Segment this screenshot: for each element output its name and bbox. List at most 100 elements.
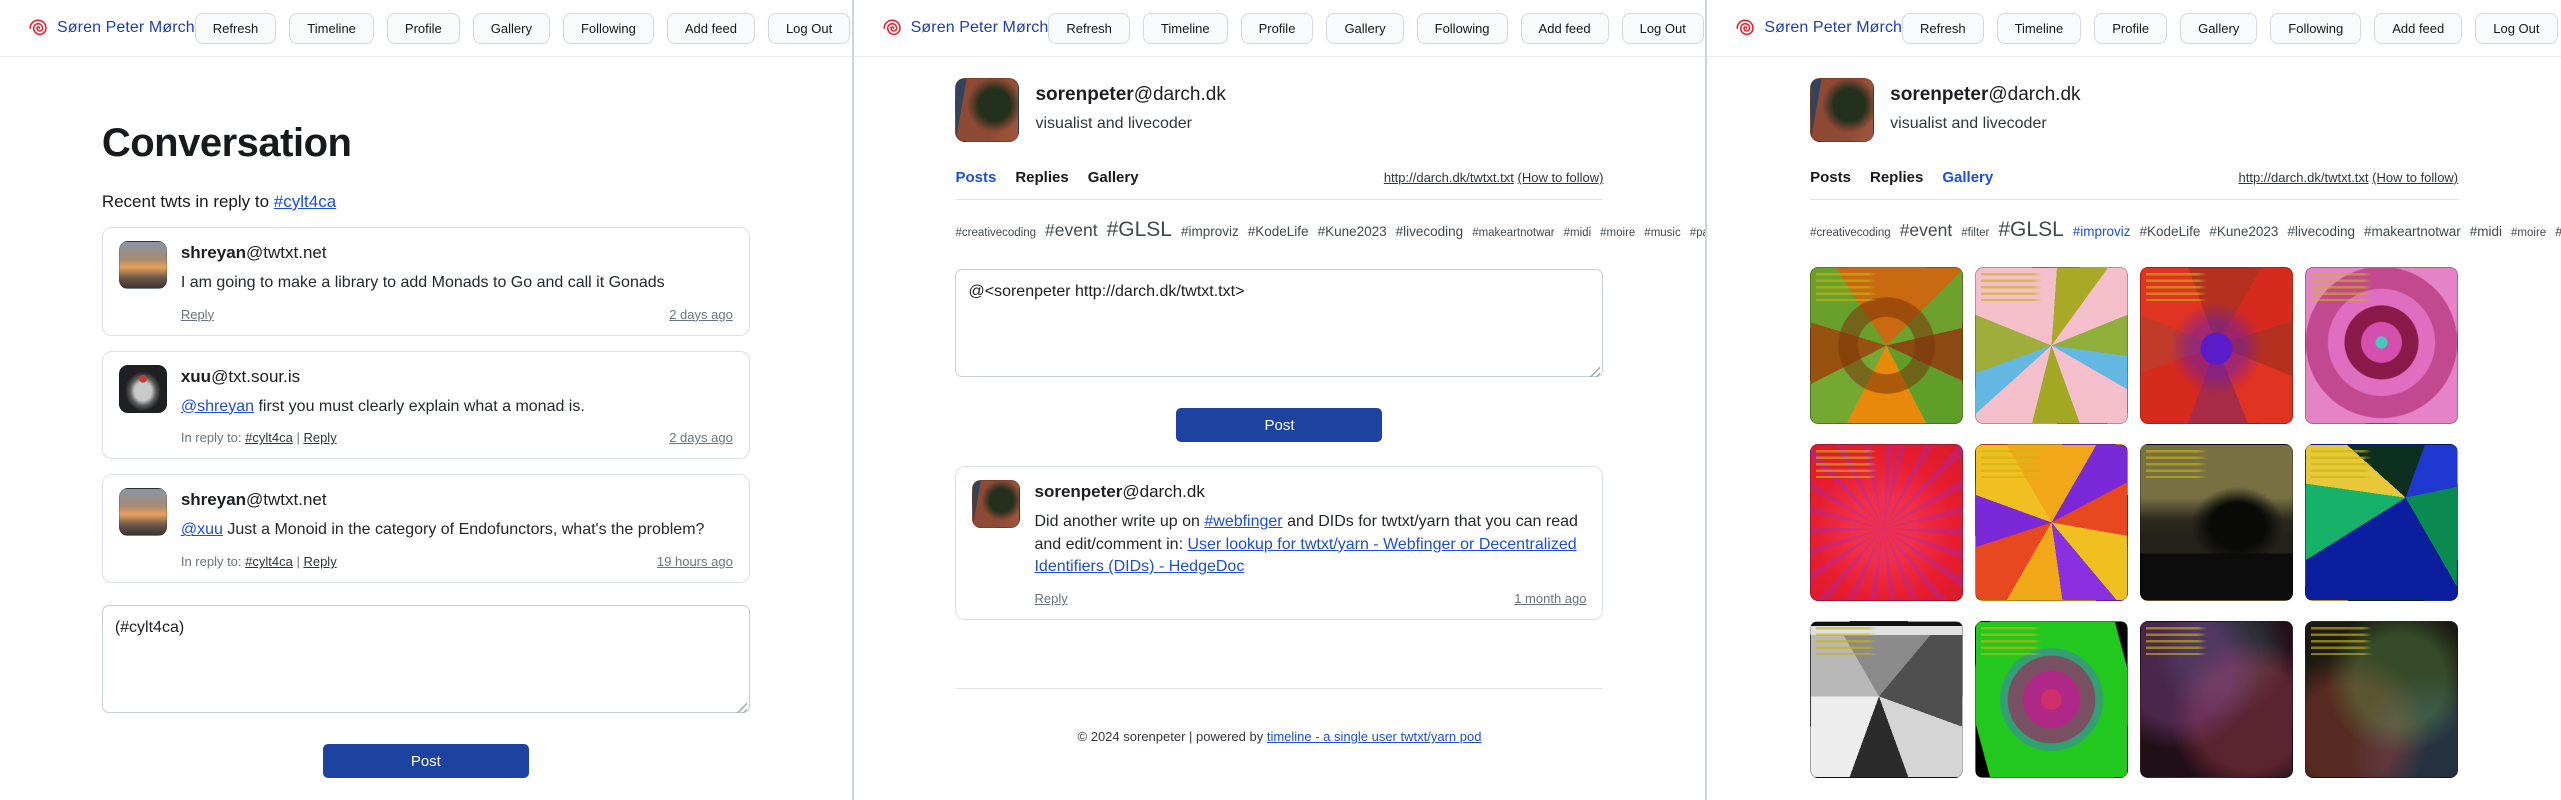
avatar [972,480,1020,528]
hashtag-link[interactable]: #webfinger [1204,513,1282,530]
nav-button[interactable]: Add feed [1521,13,1609,44]
gallery-image-wireframe-green-magenta[interactable] [1975,621,2128,778]
nav-button[interactable]: Refresh [1902,13,1984,44]
nav-button[interactable]: Add feed [2374,13,2462,44]
gallery-image-abstract-3d-blue-green[interactable] [2305,444,2458,601]
hashtag-link[interactable]: #makeartnotwar [2364,224,2461,239]
nav-button[interactable]: Timeline [289,13,374,44]
gallery-image-kaleidoscope-magenta-rings[interactable] [2305,267,2458,424]
hashtag-link[interactable]: #improviz [2073,224,2131,239]
hashtag-link[interactable]: #GLSL [1107,218,1172,241]
gallery-image-kaleidoscope-pink-olive[interactable] [1975,267,2128,424]
nav-button[interactable]: Refresh [1048,13,1130,44]
timestamp-link[interactable]: 1 month ago [1514,591,1586,606]
gallery-image-mesh-dark-maroon[interactable] [2140,621,2293,778]
how-to-follow-link[interactable]: (How to follow) [2372,170,2458,185]
hashtag-link[interactable]: #moire [1600,227,1635,239]
nav-button[interactable]: Log Out [1622,13,1704,44]
hashtag-link[interactable]: #KodeLife [2140,224,2201,239]
timestamp-link[interactable]: 2 days ago [669,307,733,322]
code-overlay-decoration [1981,450,2041,478]
hashtag-link[interactable]: #GLSL [1998,218,2063,241]
hashtag-link[interactable]: #creativecoding [955,227,1036,239]
gallery-image-mesh-dark-green[interactable] [2305,621,2458,778]
hashtag-link[interactable]: #makeartnotwar [1472,227,1554,239]
hashtag-link[interactable]: #moire [2511,227,2546,239]
hashtag-link[interactable]: #KodeLife [1248,224,1309,239]
avatar [119,365,167,413]
brand[interactable]: Søren Peter Mørch [1735,17,1902,39]
twt-body: @xuu Just a Monoid in the category of En… [181,519,733,542]
timestamp-link[interactable]: 19 hours ago [657,554,733,569]
gallery-image-grayscale-polygons[interactable] [1810,621,1963,778]
post-button[interactable]: Post [1176,408,1382,442]
gallery-image-kaleidoscope-red-purple[interactable] [2140,267,2293,424]
reply-link[interactable]: Reply [303,554,336,569]
hashtag-link[interactable]: #improviz [1181,224,1239,239]
hashtag-link[interactable]: #Kune2023 [2209,224,2278,239]
gallery-image-kaleidoscope-orange-green[interactable] [1810,267,1963,424]
nav-button[interactable]: Gallery [473,13,550,44]
tab-posts[interactable]: Posts [955,169,996,186]
gallery-image-kaleidoscope-orange-purple[interactable] [1975,444,2128,601]
nav-button[interactable]: Profile [1241,13,1314,44]
code-overlay-decoration [1981,627,2041,655]
mention-link[interactable]: @xuu [181,521,223,538]
tab-gallery[interactable]: Gallery [1942,169,1993,186]
timestamp-link[interactable]: 2 days ago [669,430,733,445]
tab-replies[interactable]: Replies [1015,169,1068,186]
in-reply-to: In reply to: #cylt4ca | Reply [181,430,337,445]
nav-button[interactable]: Following [2270,13,2361,44]
nav-button[interactable]: Add feed [667,13,755,44]
hashtag-link[interactable]: #music [2555,224,2561,239]
hashtag-link[interactable]: #creativecoding [1810,227,1891,239]
feed-url-row: http://darch.dk/twtxt.txt (How to follow… [1384,170,1604,185]
how-to-follow-link[interactable]: (How to follow) [1518,170,1604,185]
hashtag-link[interactable]: #livecoding [2287,224,2355,239]
nav-button[interactable]: Profile [2094,13,2167,44]
nav-button[interactable]: Log Out [2475,13,2557,44]
nav-button[interactable]: Gallery [2180,13,2257,44]
hashtag-link[interactable]: #event [1045,220,1098,240]
tab-gallery[interactable]: Gallery [1088,169,1139,186]
nav-button[interactable]: Timeline [1143,13,1228,44]
hashtag-link[interactable]: #livecoding [1396,224,1464,239]
in-reply-to: In reply to: #cylt4ca | Reply [181,554,337,569]
nav-button[interactable]: Timeline [1997,13,2082,44]
reply-link[interactable]: Reply [181,307,214,322]
conversation-hash-link[interactable]: #cylt4ca [274,192,336,211]
feed-url-link[interactable]: http://darch.dk/twtxt.txt [2238,170,2368,185]
brand[interactable]: Søren Peter Mørch [882,17,1049,39]
gallery-image-livecoding-performance-photo[interactable] [2140,444,2293,601]
hashtag-link[interactable]: #event [1900,220,1953,240]
hashtag-link[interactable]: #paintOver [1690,227,1708,239]
in-reply-hash-link[interactable]: #cylt4ca [245,554,293,569]
new-post-textarea[interactable]: @<sorenpeter http://darch.dk/twtxt.txt> [955,269,1603,377]
nav-button[interactable]: Following [563,13,654,44]
tab-posts[interactable]: Posts [1810,169,1851,186]
hashtag-link[interactable]: #midi [1564,227,1591,239]
nav-button[interactable]: Refresh [195,13,277,44]
reply-link[interactable]: Reply [303,430,336,445]
in-reply-hash-link[interactable]: #cylt4ca [245,430,293,445]
twt-body: I am going to make a library to add Mona… [181,272,733,295]
nav-button[interactable]: Gallery [1326,13,1403,44]
nav-button[interactable]: Profile [387,13,460,44]
hashtag-link[interactable]: #filter [1961,227,1989,239]
feed-url-link[interactable]: http://darch.dk/twtxt.txt [1384,170,1514,185]
brand[interactable]: Søren Peter Mørch [28,17,195,39]
gallery-image-radial-red[interactable] [1810,444,1963,601]
nav-button[interactable]: Following [1417,13,1508,44]
mention-link[interactable]: @shreyan [181,398,254,415]
post-button[interactable]: Post [323,744,529,778]
nav-button[interactable]: Log Out [768,13,850,44]
reply-link[interactable]: Reply [1034,591,1067,606]
avatar [1810,78,1874,142]
tab-replies[interactable]: Replies [1870,169,1923,186]
powered-by-link[interactable]: timeline - a single user twtxt/yarn pod [1267,729,1482,744]
hashtag-link[interactable]: #midi [2470,224,2502,239]
hashtag-link[interactable]: #music [1644,227,1680,239]
avatar [955,78,1019,142]
hashtag-link[interactable]: #Kune2023 [1318,224,1387,239]
reply-textarea[interactable]: (#cylt4ca) [102,605,750,713]
